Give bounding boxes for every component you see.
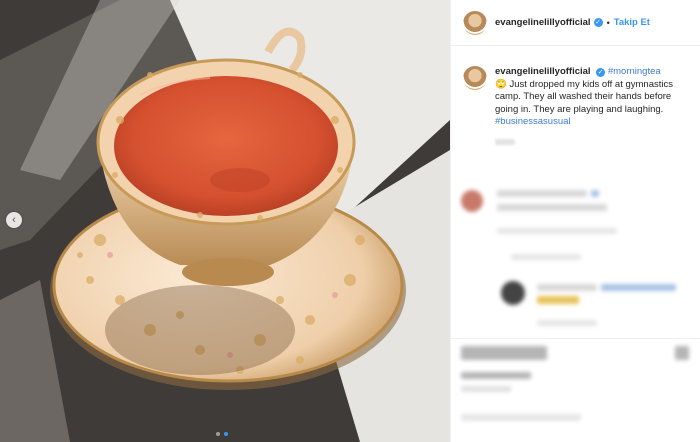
post-sidebar: evangelinelillyofficial ✓ • Takip Et eva… [450,0,700,442]
blurred-comment-input[interactable] [461,414,581,421]
blurred-likes [461,372,531,379]
carousel-indicator [216,432,228,436]
caption-emoji: 🙄 [495,78,507,90]
separator-dot: • [606,17,610,28]
caption-body: Just dropped my kids off at gymnastics c… [495,78,673,115]
blurred-badge [591,190,599,197]
verified-badge-icon: ✓ [593,18,603,27]
hashtag-link[interactable]: #businessasusual [495,116,571,127]
blurred-comment [497,204,607,211]
caption-avatar[interactable] [463,66,487,90]
teacup-photo [0,0,450,442]
blurred-comment-meta [511,254,581,260]
follow-button[interactable]: Takip Et [614,17,650,28]
divider [451,338,700,339]
verified-badge-icon: ✓ [596,68,606,77]
carousel-dot-active [224,432,228,436]
blurred-reply-mention [601,284,676,291]
blurred-timestamp [495,138,515,145]
blurred-comment [497,190,587,197]
blurred-bookmark-icon[interactable] [675,346,689,360]
hashtag-link[interactable]: #morningtea [608,66,661,77]
username-link[interactable]: evangelinelillyofficial [495,17,591,28]
caption-text: evangelinelillyofficial ✓ #morningtea 🙄 … [495,66,680,145]
blurred-comment-avatar [461,190,483,212]
avatar[interactable] [463,10,487,35]
caption-username-link[interactable]: evangelinelillyofficial [495,66,591,77]
post-header: evangelinelillyofficial ✓ • Takip Et [451,0,700,46]
blurred-action-icons[interactable] [461,346,547,360]
post-photo[interactable]: ‹ [0,0,450,442]
blurred-comment-meta [497,228,617,234]
blurred-reply [537,284,597,291]
previous-slide-button[interactable]: ‹ [6,212,22,228]
blurred-reply-meta [537,320,597,326]
chevron-left-icon: ‹ [12,214,16,226]
carousel-dot [216,432,220,436]
blurred-emoji [537,296,579,304]
blurred-reply-avatar [501,281,525,305]
caption: evangelinelillyofficial ✓ #morningtea 🙄 … [451,46,700,145]
blurred-date [461,386,511,392]
